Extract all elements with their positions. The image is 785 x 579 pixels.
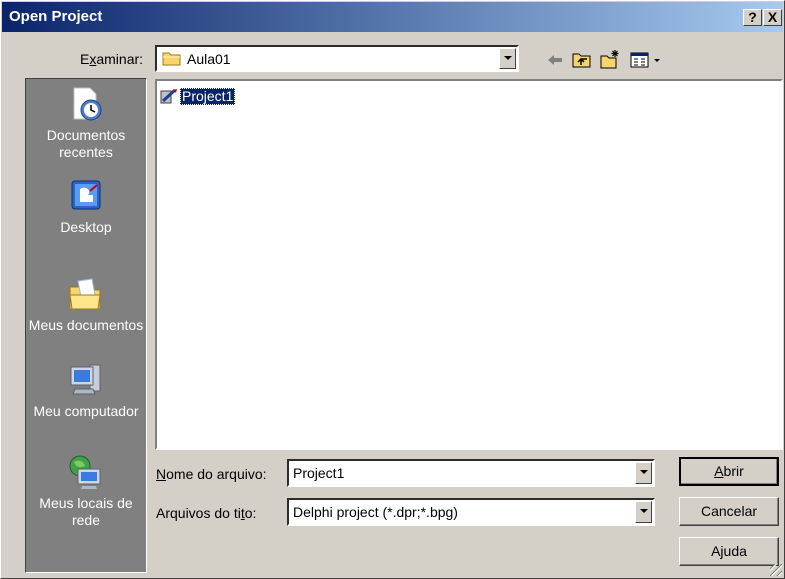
file-name: Project1 — [180, 88, 236, 105]
recent-documents-icon — [73, 87, 102, 121]
place-desktop[interactable]: Desktop — [26, 177, 146, 236]
filetype-label: Arquivos do tito: — [156, 505, 257, 521]
open-button-rest: brir — [723, 463, 744, 479]
title-bar[interactable]: Open Project ? X — [2, 2, 783, 32]
folder-icon — [162, 52, 181, 66]
view-menu-icon[interactable] — [629, 49, 665, 71]
look-in-combo[interactable]: Aula01 — [155, 45, 519, 72]
my-computer-icon — [70, 364, 101, 395]
cancel-button[interactable]: Cancelar — [679, 497, 779, 526]
open-button[interactable]: Abrir — [679, 457, 779, 486]
dialog-title: Open Project — [9, 8, 103, 25]
look-in-label: Examinar: — [80, 51, 144, 67]
back-arrow-icon[interactable] — [544, 49, 566, 71]
help-button[interactable]: Ajuda — [679, 537, 779, 566]
filetype-dropdown-button[interactable] — [635, 501, 652, 523]
place-network-places[interactable]: Meus locais de rede — [26, 453, 146, 529]
filename-label-rest: ome do arquivo: — [166, 466, 267, 482]
network-places-icon — [69, 455, 101, 489]
open-project-dialog: Open Project ? X Examinar: Aula01 Docume… — [0, 0, 785, 579]
place-label: Meus documentos — [28, 317, 144, 333]
place-label: Meu computador — [33, 403, 139, 419]
resize-grip[interactable] — [770, 564, 782, 576]
filename-combo[interactable]: Project1 — [287, 459, 655, 487]
place-label: Meus locais de rede — [39, 495, 133, 528]
filename-label: Nome do arquivo: — [156, 466, 267, 482]
filetype-label-pre: Arquivos do ti — [156, 505, 241, 521]
file-list[interactable]: Project1 — [155, 79, 783, 450]
filetype-label-post: o: — [244, 505, 257, 521]
new-folder-icon[interactable] — [599, 49, 621, 71]
place-label: Documentos recentes — [46, 127, 126, 160]
filename-dropdown-button[interactable] — [635, 462, 652, 484]
delphi-project-icon — [160, 88, 177, 104]
my-documents-icon — [69, 278, 101, 310]
desktop-icon — [71, 180, 101, 210]
place-my-documents[interactable]: Meus documentos — [26, 275, 146, 334]
help-title-button[interactable]: ? — [743, 9, 762, 26]
filetype-combo[interactable]: Delphi project (*.dpr;*.bpg) — [287, 498, 655, 526]
filetype-value: Delphi project (*.dpr;*.bpg) — [293, 504, 458, 520]
places-bar: Documentos recentes Desktop Meus documen… — [25, 78, 147, 573]
close-button[interactable]: X — [763, 9, 782, 26]
look-in-dropdown-button[interactable] — [499, 48, 516, 69]
place-recent-documents[interactable]: Documentos recentes — [26, 85, 146, 161]
look-in-value: Aula01 — [187, 51, 231, 67]
place-my-computer[interactable]: Meu computador — [26, 361, 146, 420]
up-folder-icon[interactable] — [571, 49, 593, 71]
filename-value: Project1 — [293, 465, 345, 481]
place-label: Desktop — [60, 219, 112, 235]
help-button-post: uda — [723, 543, 747, 559]
